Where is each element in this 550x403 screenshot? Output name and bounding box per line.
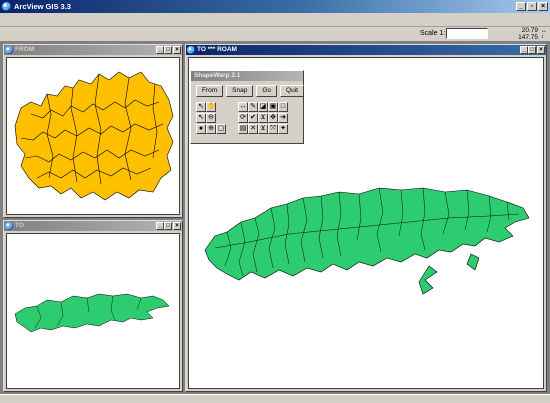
identify-icon[interactable]: ● [196,124,206,134]
to-window-titlebar[interactable]: TO _ □ × [4,221,182,231]
app-title-bar: ArcView GIS 3.3 _ ▫ × [0,0,550,13]
view-icon [5,222,13,230]
to-russia-polygon [14,293,170,333]
save-icon[interactable]: ⊻ [258,124,268,134]
from-view-window[interactable]: FROM _ □ × [3,44,183,218]
pointer-icon[interactable]: ↖ [196,102,206,112]
from-window-title: FROM [15,46,35,53]
table-icon[interactable]: ▤ [238,124,248,134]
view-icon [5,46,13,54]
maximize-button[interactable]: □ [528,46,536,54]
minimize-button[interactable]: _ [520,46,528,54]
coord-y: 147.75 [518,34,538,41]
minimize-button[interactable]: _ [156,222,164,230]
maximize-button[interactable]: □ [164,222,172,230]
from-polygons [14,71,174,201]
from-button[interactable]: From [196,85,224,97]
arrow-select-icon[interactable]: ↖ [196,113,206,123]
status-bar [0,394,550,403]
fix-point-icon[interactable]: ⊻ [258,113,268,123]
stretch-icon[interactable]: ⤧ [268,124,278,134]
to-map-canvas[interactable] [6,233,180,389]
scale-input[interactable] [446,28,488,39]
from-window-titlebar[interactable]: FROM _ □ × [4,45,182,55]
check-icon[interactable]: ✔ [248,113,258,123]
to-map-layer [14,293,170,333]
zoom-in-icon[interactable]: ⊕ [206,124,216,134]
hand-pan-icon[interactable]: ✋ [206,102,216,112]
fit-extent-icon[interactable]: ✥ [268,113,278,123]
app-window-controls: _ ▫ × [516,2,548,11]
to-window-title: TO [15,222,24,229]
coord-x: 20.79 [521,27,538,34]
from-map-canvas[interactable] [6,57,180,215]
warp-icon[interactable]: ✦ [278,124,288,134]
link-add-icon[interactable]: ↔ [238,102,248,112]
quit-button[interactable]: Quit [280,85,304,97]
next-icon[interactable]: ➜ [278,113,288,123]
select-white-icon[interactable]: □ [278,102,288,112]
minimize-button[interactable]: _ [516,2,526,11]
roam-window-title: TO *** ROAM [197,46,237,53]
zoom-box-icon[interactable]: ▢ [216,124,226,134]
link-edit-icon[interactable]: ✎ [248,102,258,112]
snap-button[interactable]: Snap [226,85,254,97]
delete-link-icon[interactable]: ✕ [248,124,258,134]
coordinate-arrows-icon: ↔ ↕ [541,28,547,40]
zoom-out-icon[interactable]: ⊖ [206,113,216,123]
shapewarp-titlebar[interactable]: ShapeWarp 2.1 [191,71,303,81]
menu-bar [0,13,550,27]
from-map-layer [14,71,174,201]
maximize-button[interactable]: □ [164,46,172,54]
link-view-icon[interactable]: ◪ [258,102,268,112]
view-icon [187,46,195,54]
close-button[interactable]: × [538,2,548,11]
close-button[interactable]: × [537,46,545,54]
go-button[interactable]: Go [256,85,278,97]
restore-button[interactable]: ▫ [527,2,537,11]
select-box-icon[interactable]: ▣ [268,102,278,112]
shapewarp-button-row: From Snap Go Quit [191,81,304,97]
coordinate-readout: 20.79 147.75 [518,27,538,41]
app-title: ArcView GIS 3.3 [14,2,71,11]
refresh-icon[interactable]: ⟳ [238,113,248,123]
close-button[interactable]: × [173,222,181,230]
close-button[interactable]: × [173,46,181,54]
minimize-button[interactable]: _ [156,46,164,54]
roam-window-titlebar[interactable]: TO *** ROAM _ □ × [186,45,546,55]
shapewarp-toolbox[interactable]: ShapeWarp 2.1 From Snap Go Quit ↖ ✋ ↔ ✎ … [190,70,304,144]
arcview-app-icon [2,2,11,11]
scale-label: Scale 1: [420,30,446,37]
to-view-window[interactable]: TO _ □ × [3,220,183,392]
